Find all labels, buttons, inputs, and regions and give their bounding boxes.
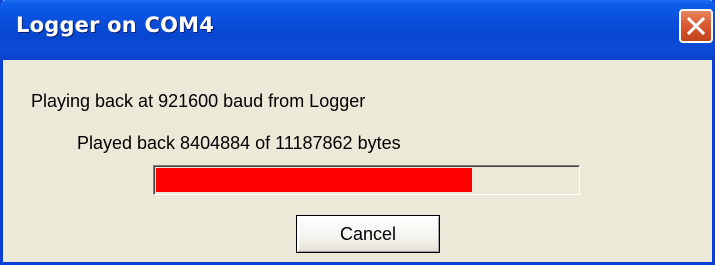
cancel-button[interactable]: Cancel — [296, 215, 440, 253]
close-button[interactable] — [679, 9, 713, 43]
window-title: Logger on COM4 — [16, 13, 215, 37]
progress-bar — [153, 165, 580, 195]
dialog-body: Playing back at 921600 baud from Logger … — [3, 60, 712, 262]
progress-bar-fill — [156, 168, 472, 192]
status-message: Playing back at 921600 baud from Logger — [31, 91, 366, 111]
progress-text: Played back 8404884 of 11187862 bytes — [77, 133, 401, 153]
title-bar[interactable]: Logger on COM4 — [0, 0, 715, 60]
dialog-window: Logger on COM4 Playing back at 921600 ba… — [0, 0, 715, 265]
